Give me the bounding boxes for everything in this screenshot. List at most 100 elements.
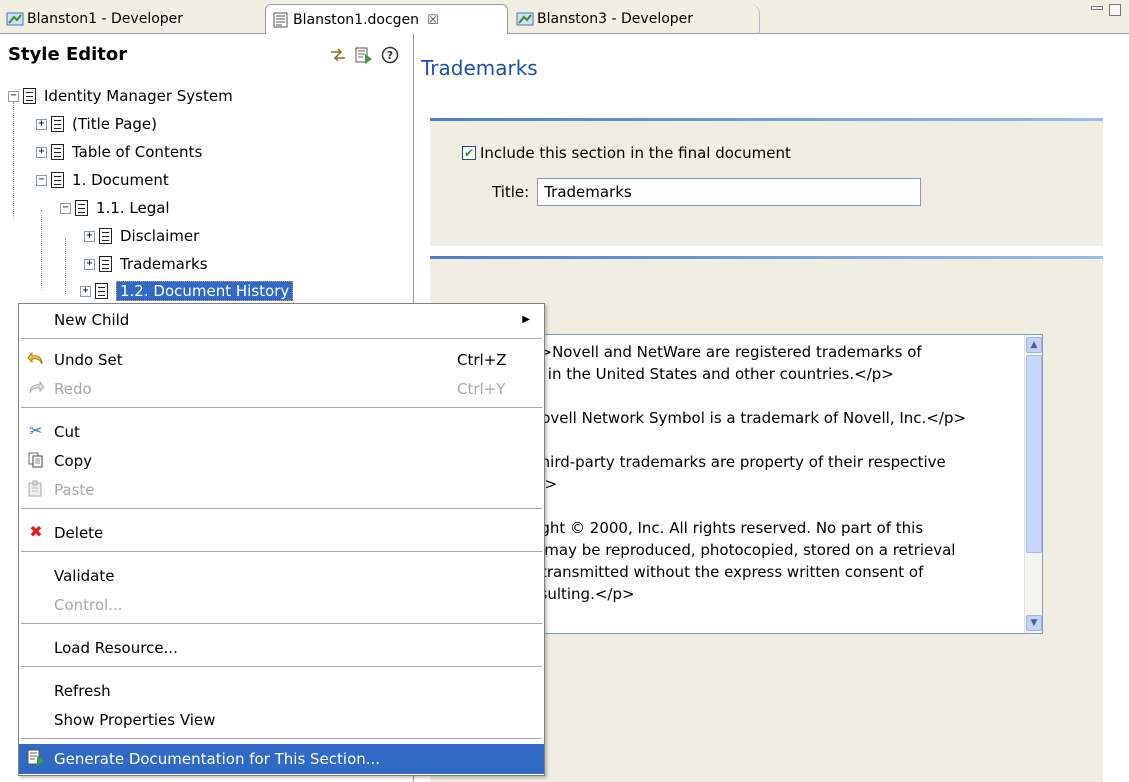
- menu-item-validate[interactable]: Validate: [19, 562, 544, 589]
- tab-blanston1-developer[interactable]: Blanston1 - Developer: [0, 4, 262, 34]
- scroll-thumb[interactable]: [1026, 355, 1042, 553]
- expand-icon[interactable]: +: [84, 230, 95, 242]
- shortcut-text: Ctrl+Z: [457, 350, 507, 369]
- undo-icon: [27, 350, 45, 368]
- menu-item-refresh[interactable]: Refresh: [19, 677, 544, 704]
- editor-tab-bar: Blanston1 - Developer Blanston1.docgen ☒…: [0, 0, 1129, 35]
- copy-icon: [27, 451, 45, 469]
- document-icon: [95, 283, 108, 299]
- menu-item-load-resource[interactable]: Load Resource...: [19, 634, 544, 661]
- generate-icon[interactable]: [355, 46, 373, 64]
- content-textarea[interactable]: p>Novell and NetWare are registered trad…: [525, 334, 1043, 634]
- help-icon[interactable]: ?: [381, 46, 399, 64]
- tab-blanston3-developer[interactable]: Blanston3 - Developer: [510, 4, 760, 34]
- menu-item-label: Paste: [54, 480, 95, 499]
- menu-item-label: Cut: [54, 422, 80, 441]
- scroll-down-icon[interactable]: ▼: [1026, 615, 1042, 631]
- menu-separator: [21, 666, 542, 667]
- document-icon: [51, 144, 64, 160]
- expand-icon[interactable]: +: [36, 118, 47, 130]
- expand-icon[interactable]: +: [84, 258, 95, 270]
- vertical-scrollbar[interactable]: ▲ ▼: [1024, 335, 1042, 633]
- tree-node-document[interactable]: − 1. Document: [36, 168, 169, 192]
- submenu-arrow-icon: ▶: [522, 314, 530, 325]
- tree-node-label: Disclaimer: [120, 227, 200, 245]
- tree-node-title-page[interactable]: + (Title Page): [36, 112, 157, 136]
- tree-node-label: 1. Document: [72, 171, 169, 189]
- docgen-icon: [272, 11, 290, 29]
- window-controls: [1091, 4, 1121, 16]
- panel-title: Style Editor: [8, 43, 128, 65]
- section-heading: Trademarks: [421, 56, 538, 80]
- tree-node-label: Trademarks: [120, 255, 208, 273]
- tab-blanston1-docgen[interactable]: Blanston1.docgen ☒: [265, 4, 508, 35]
- menu-separator: [21, 338, 542, 339]
- collapse-icon[interactable]: −: [60, 202, 71, 214]
- menu-item-label: New Child: [54, 310, 130, 329]
- menu-separator: [21, 407, 542, 408]
- tree-connector: [65, 238, 66, 294]
- tree-node-label: (Title Page): [72, 115, 157, 133]
- menu-item-label: Load Resource...: [54, 638, 178, 657]
- menu-item-paste[interactable]: Paste: [19, 476, 544, 503]
- menu-item-cut[interactable]: ✂ Cut: [19, 418, 544, 445]
- collapse-icon[interactable]: −: [36, 174, 47, 186]
- document-icon: [75, 200, 88, 216]
- delete-icon: ✖: [29, 522, 43, 541]
- tree-node-legal[interactable]: − 1.1. Legal: [60, 196, 170, 220]
- expand-icon[interactable]: +: [36, 146, 47, 158]
- developer-icon: [516, 10, 534, 28]
- document-icon: [51, 172, 64, 188]
- developer-icon: [6, 10, 24, 28]
- svg-text:?: ?: [387, 49, 393, 62]
- paste-icon: [27, 480, 45, 498]
- tree-node-identity-manager-system[interactable]: − Identity Manager System: [8, 84, 233, 108]
- menu-item-label: Copy: [54, 451, 93, 470]
- menu-item-undo[interactable]: Undo Set Ctrl+Z: [19, 346, 544, 373]
- generate-icon: [27, 748, 45, 766]
- menu-item-control[interactable]: Control...: [19, 591, 544, 618]
- close-icon[interactable]: ☒: [427, 13, 439, 28]
- title-input[interactable]: [537, 178, 922, 206]
- menu-separator: [21, 738, 542, 739]
- document-icon: [23, 88, 36, 104]
- maximize-icon[interactable]: [1109, 4, 1121, 16]
- document-icon: [99, 256, 112, 272]
- tree-connector: [41, 210, 42, 290]
- menu-item-label: Delete: [54, 523, 104, 542]
- expand-icon[interactable]: +: [80, 285, 91, 297]
- tree-connector: [13, 102, 14, 218]
- menu-item-label: Validate: [54, 566, 115, 585]
- menu-item-redo[interactable]: Redo Ctrl+Y: [19, 375, 544, 402]
- tree-node-trademarks[interactable]: + Trademarks: [84, 252, 208, 276]
- shortcut-text: Ctrl+Y: [457, 379, 506, 398]
- content-text: p>Novell and NetWare are registered trad…: [530, 343, 967, 603]
- menu-item-delete[interactable]: ✖ Delete: [19, 519, 544, 546]
- menu-item-label: Control...: [54, 595, 123, 614]
- tree-node-table-of-contents[interactable]: + Table of Contents: [36, 140, 202, 164]
- tree-node-label: Table of Contents: [72, 143, 203, 161]
- menu-item-label: Undo Set: [54, 350, 123, 369]
- minimize-icon[interactable]: [1091, 6, 1103, 10]
- tree-node-label: Identity Manager System: [44, 87, 233, 105]
- tree-node-disclaimer[interactable]: + Disclaimer: [84, 224, 199, 248]
- menu-item-generate-documentation[interactable]: Generate Documentation for This Section.…: [19, 744, 544, 774]
- include-section-checkbox[interactable]: ✔: [462, 146, 476, 160]
- menu-item-label: Refresh: [54, 681, 111, 700]
- tree-node-label: 1.1. Legal: [96, 199, 170, 217]
- title-label: Title:: [492, 183, 530, 201]
- context-menu: New Child ▶ Undo Set Ctrl+Z Redo Ctrl+Y …: [18, 303, 545, 776]
- menu-item-label: Show Properties View: [54, 710, 216, 729]
- collapse-icon[interactable]: −: [8, 90, 19, 102]
- scroll-up-icon[interactable]: ▲: [1026, 337, 1042, 353]
- menu-item-copy[interactable]: Copy: [19, 447, 544, 474]
- menu-item-label: Redo: [54, 379, 92, 398]
- menu-item-new-child[interactable]: New Child ▶: [19, 306, 544, 333]
- menu-item-show-properties[interactable]: Show Properties View: [19, 706, 544, 733]
- tree-node-label: 1.2. Document History: [116, 281, 294, 301]
- sync-icon[interactable]: [329, 46, 347, 64]
- section-divider: [430, 256, 1103, 259]
- tab-label: Blanston1.docgen: [293, 12, 420, 28]
- tree-node-document-history[interactable]: + 1.2. Document History: [80, 279, 294, 303]
- tab-label: Blanston1 - Developer: [27, 11, 184, 27]
